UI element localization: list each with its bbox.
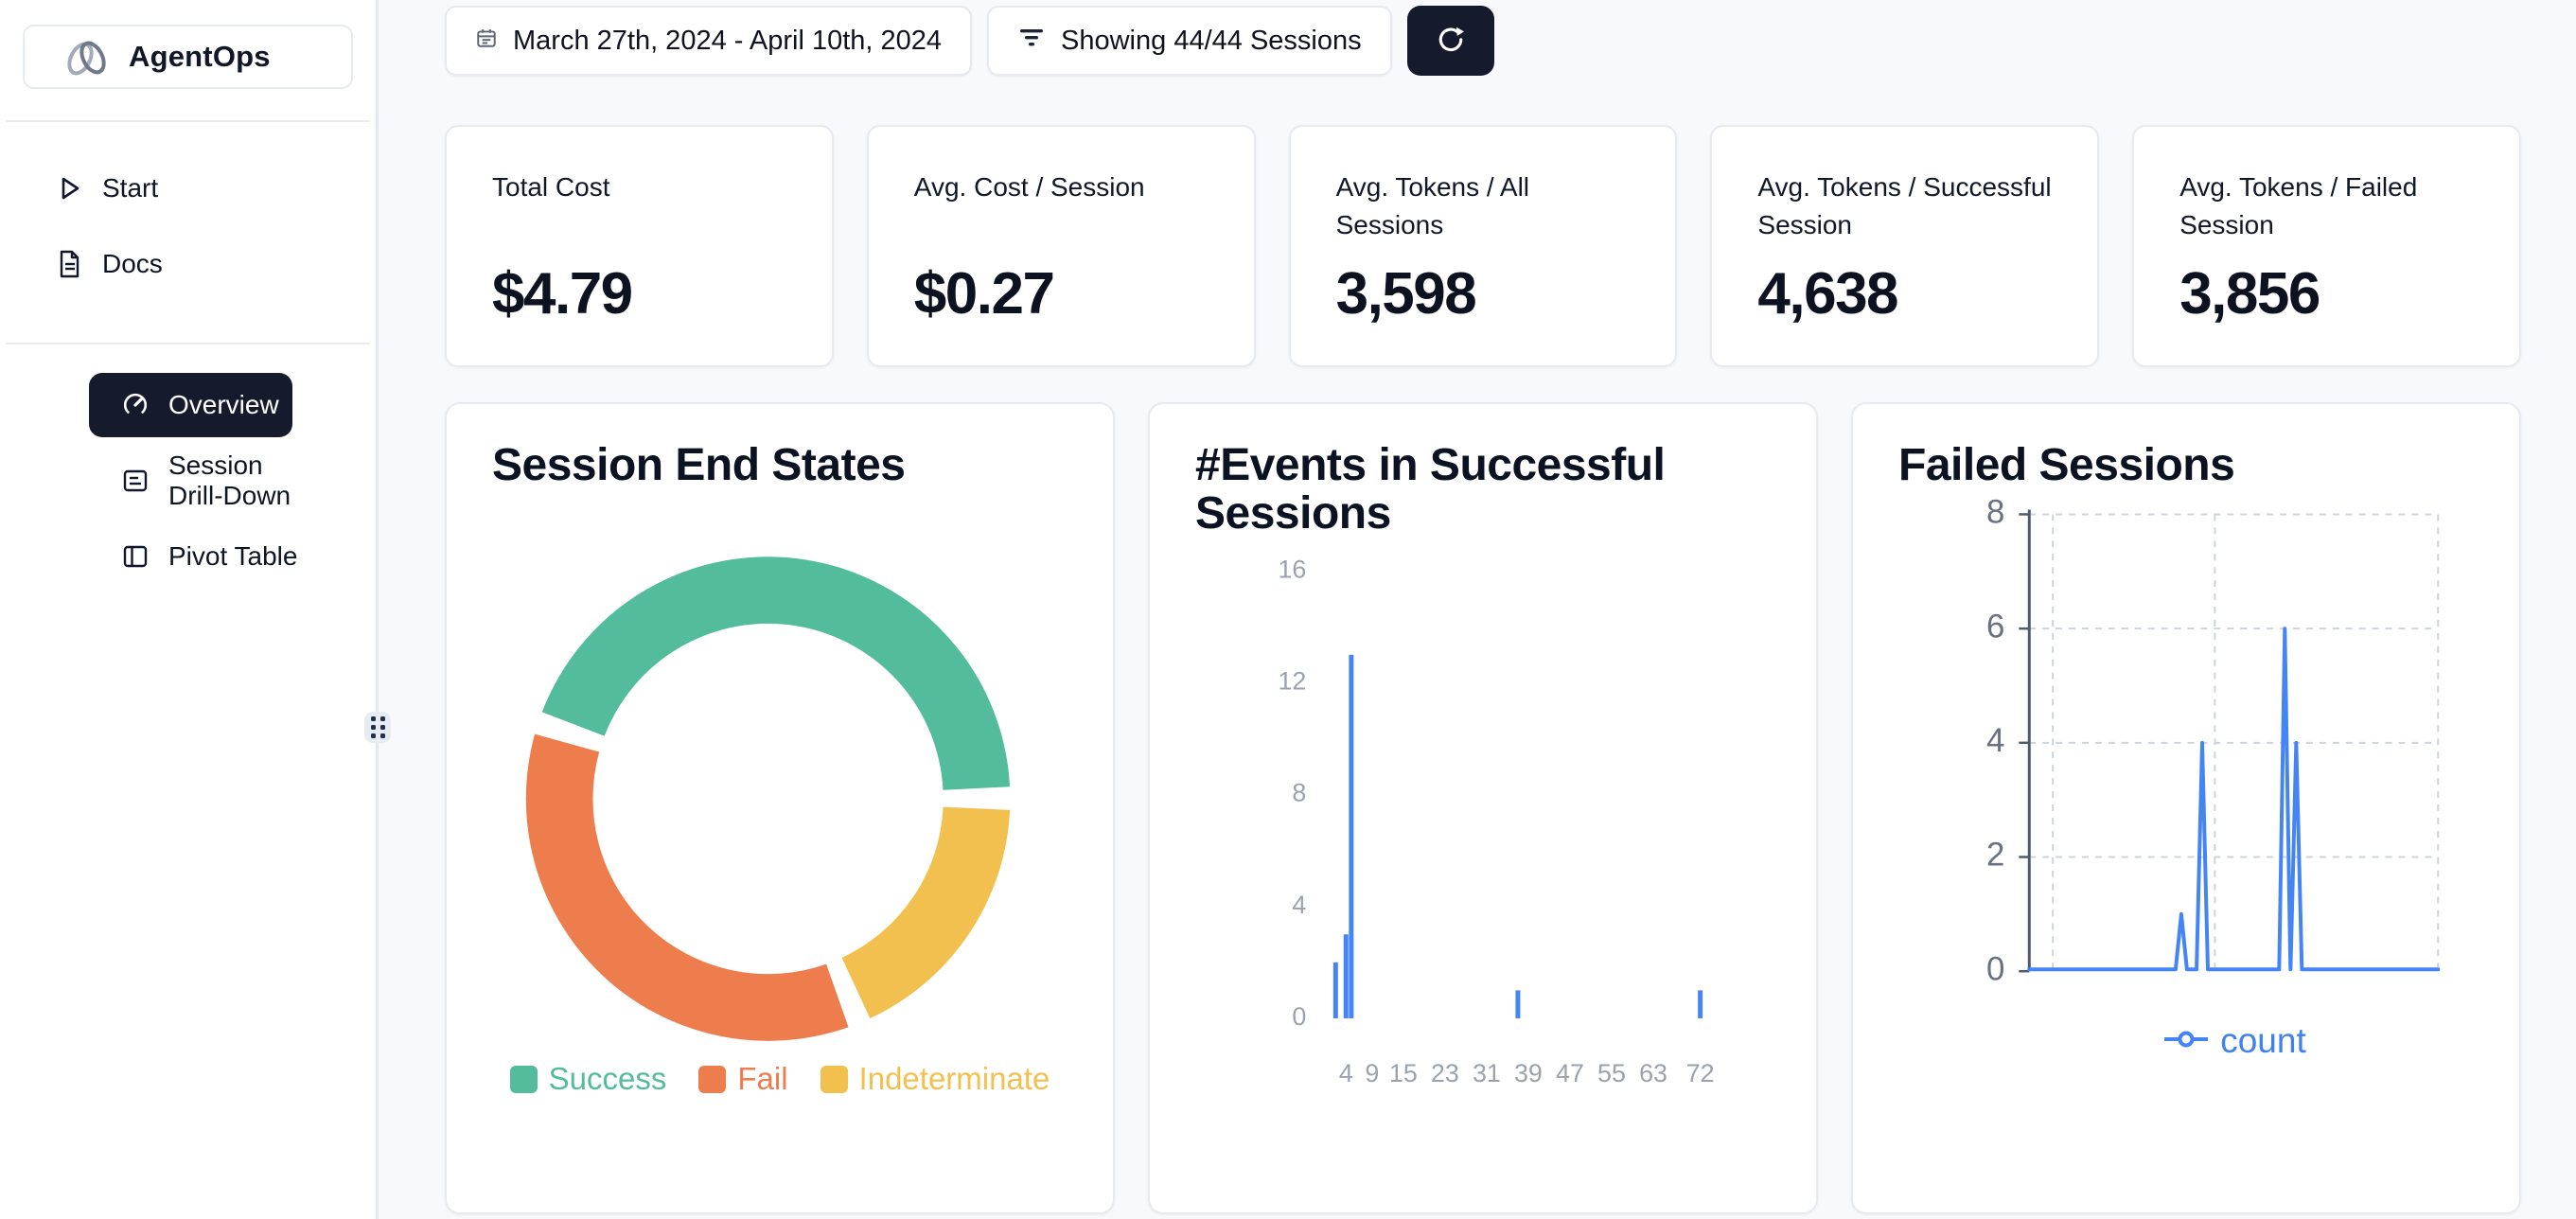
- legend-item-success[interactable]: Success: [510, 1061, 667, 1097]
- svg-text:23: 23: [1431, 1059, 1459, 1087]
- calendar-icon: [475, 26, 498, 57]
- charts-row: Session End States Success Fail Indetermin…: [445, 402, 2521, 1214]
- refresh-button[interactable]: [1407, 6, 1494, 76]
- svg-text:15: 15: [1389, 1059, 1418, 1087]
- date-range-label: March 27th, 2024 - April 10th, 2024: [513, 26, 942, 57]
- svg-text:4: 4: [1339, 1059, 1353, 1087]
- sidebar-item-label: Session Drill-Down: [168, 450, 321, 511]
- agentops-logo-icon: [62, 30, 112, 84]
- sidebar-nav-main: Overview Session Drill-Down Pivot Table: [0, 344, 376, 594]
- sidebar-item-session-drill-down[interactable]: Session Drill-Down: [66, 443, 321, 519]
- events-histogram-card: #Events in Successful Sessions 048121649…: [1148, 402, 1818, 1214]
- svg-text:4: 4: [1986, 722, 2004, 759]
- stat-card-total-cost: Total Cost $4.79: [445, 125, 834, 367]
- chart-title: #Events in Successful Sessions: [1195, 442, 1778, 539]
- svg-text:63: 63: [1639, 1059, 1667, 1087]
- legend-swatch: [820, 1066, 848, 1093]
- legend-label: Fail: [737, 1061, 787, 1097]
- refresh-icon: [1433, 22, 1469, 61]
- stat-card-avg-tokens-all-sessions: Avg. Tokens / All Sessions 3,598: [1289, 125, 1678, 367]
- stat-label: Avg. Cost / Session: [914, 168, 1209, 206]
- stat-card-avg-cost-session: Avg. Cost / Session $0.27: [867, 125, 1256, 367]
- count-legend[interactable]: count: [2030, 1021, 2441, 1061]
- list-icon: [119, 465, 151, 497]
- sidebar-item-start[interactable]: Start: [0, 150, 376, 226]
- chart-title: Failed Sessions: [1898, 442, 2481, 490]
- sessions-filter-label: Showing 44/44 Sessions: [1061, 26, 1362, 57]
- failed-sessions-line-chart[interactable]: 0 2 4 6 8: [1853, 404, 2519, 1212]
- svg-text:9: 9: [1365, 1059, 1379, 1087]
- chart-title: Session End States: [492, 442, 1075, 490]
- svg-text:0: 0: [1986, 950, 2004, 987]
- panel-icon: [119, 540, 151, 573]
- stat-label: Total Cost: [492, 168, 786, 206]
- stat-value: 4,638: [1757, 260, 2052, 327]
- stat-card-avg-tokens-successful-session: Avg. Tokens / Successful Session 4,638: [1710, 125, 2099, 367]
- sidebar-item-label: Pivot Table: [168, 541, 297, 572]
- svg-text:4: 4: [1292, 891, 1306, 919]
- svg-text:55: 55: [1597, 1059, 1626, 1087]
- sidebar: AgentOps Start Docs Overview Session Drill…: [0, 0, 379, 1219]
- sidebar-item-label: Overview: [168, 390, 279, 420]
- stat-value: $4.79: [492, 260, 786, 327]
- sidebar-resize-handle[interactable]: [364, 712, 391, 743]
- stat-value: 3,856: [2179, 260, 2474, 327]
- legend-label: Success: [549, 1061, 667, 1097]
- svg-text:2: 2: [1986, 837, 2004, 874]
- play-icon: [53, 172, 85, 204]
- sidebar-item-pivot-table[interactable]: Pivot Table: [66, 519, 321, 594]
- sidebar-item-overview[interactable]: Overview: [89, 373, 292, 437]
- sidebar-item-docs[interactable]: Docs: [0, 226, 376, 302]
- legend-swatch: [698, 1066, 726, 1093]
- toolbar: March 27th, 2024 - April 10th, 2024 Show…: [445, 6, 2521, 76]
- session-end-states-card: Session End States Success Fail Indetermin…: [445, 402, 1115, 1214]
- svg-text:12: 12: [1278, 666, 1306, 695]
- stat-label: Avg. Tokens / All Sessions: [1336, 168, 1631, 244]
- sidebar-nav-top: Start Docs: [0, 150, 376, 302]
- svg-text:0: 0: [1292, 1002, 1306, 1031]
- document-icon: [53, 248, 85, 280]
- logo-card[interactable]: AgentOps: [23, 25, 353, 89]
- sidebar-item-label: Start: [102, 173, 158, 203]
- stat-value: $0.27: [914, 260, 1209, 327]
- stat-card-avg-tokens-failed-session: Avg. Tokens / Failed Session 3,856: [2132, 125, 2521, 367]
- count-legend-marker-icon: [2164, 1031, 2208, 1052]
- app-title: AgentOps: [129, 40, 271, 74]
- svg-text:72: 72: [1686, 1059, 1715, 1087]
- svg-text:8: 8: [1986, 494, 2004, 531]
- legend-label: Indeterminate: [859, 1061, 1050, 1097]
- svg-text:47: 47: [1556, 1059, 1584, 1087]
- svg-text:8: 8: [1292, 779, 1306, 807]
- failed-sessions-card: Failed Sessions 0 2 4 6 8 count: [1851, 402, 2521, 1214]
- stat-label: Avg. Tokens / Failed Session: [2179, 168, 2474, 244]
- sessions-filter-button[interactable]: Showing 44/44 Sessions: [987, 6, 1392, 76]
- date-range-button[interactable]: March 27th, 2024 - April 10th, 2024: [445, 6, 972, 76]
- svg-text:39: 39: [1514, 1059, 1543, 1087]
- gauge-icon: [119, 389, 151, 421]
- legend-item-fail[interactable]: Fail: [698, 1061, 787, 1097]
- stat-label: Avg. Tokens / Successful Session: [1757, 168, 2052, 244]
- main-content: March 27th, 2024 - April 10th, 2024 Show…: [379, 0, 2576, 1219]
- donut-legend: Success Fail Indeterminate: [447, 1061, 1113, 1097]
- stats-row: Total Cost$4.79Avg. Cost / Session$0.27A…: [445, 125, 2521, 367]
- legend-item-indeterminate[interactable]: Indeterminate: [820, 1061, 1050, 1097]
- filter-icon: [1017, 23, 1046, 59]
- count-legend-label: count: [2220, 1021, 2306, 1061]
- legend-swatch: [510, 1066, 538, 1093]
- svg-text:31: 31: [1473, 1059, 1501, 1087]
- sidebar-item-label: Docs: [102, 249, 163, 279]
- svg-text:6: 6: [1986, 608, 2004, 645]
- svg-text:16: 16: [1278, 555, 1306, 583]
- stat-value: 3,598: [1336, 260, 1631, 327]
- sidebar-divider: [6, 120, 370, 122]
